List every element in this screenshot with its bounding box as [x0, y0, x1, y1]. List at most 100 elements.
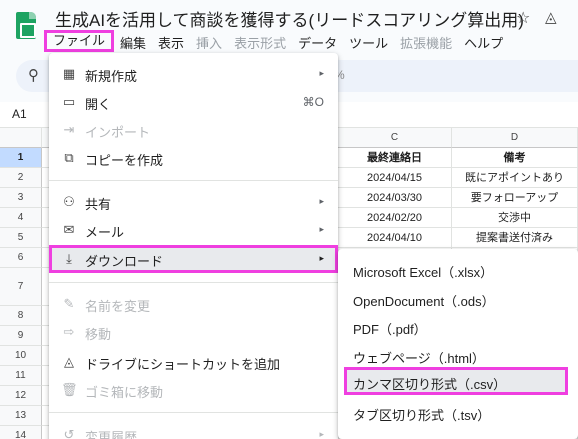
menu-help[interactable]: ヘルプ	[458, 30, 509, 52]
row-header[interactable]: 10	[0, 346, 42, 366]
menu-tools[interactable]: ツール	[343, 30, 394, 52]
menu-item-label: ゴミ箱に移動	[85, 385, 164, 400]
trash-icon: 🗑	[61, 382, 78, 397]
row-header[interactable]: 6	[0, 248, 42, 268]
search-menus-icon[interactable]: ⚲	[28, 66, 39, 84]
import-icon: ⇥	[63, 122, 75, 137]
new-sheet-icon: ▦	[62, 66, 76, 81]
row-header[interactable]: 1	[0, 148, 42, 168]
menu-item-download[interactable]: ⤓ ダウンロード ▸	[49, 245, 338, 273]
menu-item-label: 名前を変更	[85, 299, 151, 314]
folder-icon: ▭	[62, 94, 76, 109]
download-html[interactable]: ウェブページ（.html）	[338, 341, 578, 369]
menu-item-make-copy[interactable]: ⧉ コピーを作成	[49, 144, 338, 172]
grid-cell[interactable]: 2024/02/20	[338, 208, 452, 228]
mail-icon: ✉	[63, 222, 75, 237]
menu-view[interactable]: 表示	[152, 30, 190, 52]
menu-item-label: 移動	[85, 327, 112, 342]
row-header[interactable]: 7	[0, 268, 42, 306]
menu-format[interactable]: 表示形式	[228, 30, 292, 52]
row-header[interactable]: 13	[0, 406, 42, 426]
drive-shortcut-icon: ◬	[64, 354, 74, 369]
star-icon[interactable]: ☆	[516, 8, 530, 28]
row-header[interactable]: 8	[0, 306, 42, 326]
menu-item-rename[interactable]: ✎ 名前を変更	[49, 290, 338, 318]
menu-data[interactable]: データ	[292, 30, 343, 52]
menu-item-label: 開く	[85, 97, 112, 112]
menu-divider	[49, 180, 338, 181]
app-header: 生成AIを活用して商談を獲得する(リードスコアリング算出用) ☆ ◬ ファイル …	[0, 0, 578, 58]
submenu-item-label: Microsoft Excel（.xlsx）	[353, 265, 494, 280]
menu-item-open[interactable]: ▭ 開く ⌘O	[49, 88, 338, 116]
menu-item-label: メール	[85, 225, 125, 240]
share-icon: ⚇	[63, 194, 75, 209]
grid-cell[interactable]: 2024/04/10	[338, 228, 452, 248]
submenu-item-label: カンマ区切り形式（.csv）	[353, 377, 507, 392]
submenu-item-label: タブ区切り形式（.tsv）	[353, 408, 491, 423]
submenu-item-label: PDF（.pdf）	[353, 322, 427, 337]
grid-cell[interactable]: 備考	[452, 148, 578, 168]
name-box[interactable]: A1	[12, 107, 27, 121]
grid-cell[interactable]: 交渉中	[452, 208, 578, 228]
download-xlsx[interactable]: Microsoft Excel（.xlsx）	[338, 255, 578, 283]
grid-cell[interactable]: 提案書送付済み	[452, 228, 578, 248]
download-tsv[interactable]: タブ区切り形式（.tsv）	[338, 398, 578, 426]
menubar: ファイル 編集 表示 挿入 表示形式 データ ツール 拡張機能 ヘルプ	[44, 30, 509, 52]
move-icon: ⇨	[63, 324, 75, 339]
menu-item-import[interactable]: ⇥ インポート	[49, 116, 338, 144]
grid-cell[interactable]: 要フォローアップ	[452, 188, 578, 208]
document-title[interactable]: 生成AIを活用して商談を獲得する(リードスコアリング算出用)	[55, 6, 524, 31]
menu-item-email[interactable]: ✉ メール ▸	[49, 216, 338, 244]
submenu-arrow-icon: ▸	[319, 224, 324, 234]
download-submenu: Microsoft Excel（.xlsx） OpenDocument（.ods…	[338, 249, 578, 439]
row-header[interactable]: 2	[0, 168, 42, 188]
download-pdf[interactable]: PDF（.pdf）	[338, 312, 578, 340]
row-header[interactable]: 9	[0, 326, 42, 346]
row-header[interactable]: 4	[0, 208, 42, 228]
corner-cell[interactable]	[0, 128, 42, 148]
menu-item-label: 共有	[85, 197, 112, 212]
menu-item-label: 新規作成	[85, 69, 138, 84]
menu-divider	[49, 412, 338, 413]
row-header[interactable]: 3	[0, 188, 42, 208]
rename-icon: ✎	[63, 296, 75, 311]
menu-edit[interactable]: 編集	[114, 30, 152, 52]
menu-extensions[interactable]: 拡張機能	[394, 30, 458, 52]
row-header[interactable]: 5	[0, 228, 42, 248]
grid-cell[interactable]: 2024/03/30	[338, 188, 452, 208]
submenu-arrow-icon: ▸	[319, 196, 324, 206]
menu-item-move-to-trash[interactable]: 🗑 ゴミ箱に移動	[49, 376, 338, 404]
menu-item-label: ドライブにショートカットを追加	[85, 357, 281, 372]
column-header-c[interactable]: C	[338, 128, 452, 148]
copy-icon: ⧉	[64, 150, 74, 165]
menu-item-label: コピーを作成	[85, 153, 164, 168]
submenu-arrow-icon: ▸	[319, 253, 324, 263]
download-icon: ⤓	[66, 251, 72, 266]
row-header[interactable]: 12	[0, 386, 42, 406]
row-header[interactable]: 14	[0, 426, 42, 439]
row-header[interactable]: 11	[0, 366, 42, 386]
column-header-d[interactable]: D	[452, 128, 578, 148]
menu-item-version-history[interactable]: ↺ 変更履歴 ▸	[49, 421, 338, 439]
download-ods[interactable]: OpenDocument（.ods）	[338, 284, 578, 312]
menu-item-share[interactable]: ⚇ 共有 ▸	[49, 188, 338, 216]
menu-insert[interactable]: 挿入	[190, 30, 228, 52]
menu-file[interactable]: ファイル	[44, 30, 115, 52]
menu-item-label: 変更履歴	[85, 430, 138, 439]
download-csv[interactable]: カンマ区切り形式（.csv）	[344, 367, 568, 395]
menu-item-add-shortcut[interactable]: ◬ ドライブにショートカットを追加	[49, 348, 338, 376]
submenu-item-label: ウェブページ（.html）	[353, 351, 485, 366]
move-to-drive-icon[interactable]: ◬	[545, 8, 557, 26]
grid-cell[interactable]: 既にアポイントあり	[452, 168, 578, 188]
menu-item-new[interactable]: ▦ 新規作成 ▸	[49, 60, 338, 88]
sheets-logo-icon[interactable]	[16, 12, 36, 39]
grid-cell[interactable]: 最終連絡日	[338, 148, 452, 168]
menu-divider	[49, 282, 338, 283]
shortcut-hint: ⌘O	[302, 95, 324, 109]
submenu-arrow-icon: ▸	[319, 68, 324, 78]
menu-item-label: ダウンロード	[85, 254, 164, 269]
menu-item-label: インポート	[85, 125, 151, 140]
menu-item-move[interactable]: ⇨ 移動	[49, 318, 338, 346]
grid-cell[interactable]: 2024/04/15	[338, 168, 452, 188]
file-menu-dropdown: ▦ 新規作成 ▸ ▭ 開く ⌘O ⇥ インポート ⧉ コピーを作成 ⚇ 共有 ▸…	[49, 53, 338, 439]
